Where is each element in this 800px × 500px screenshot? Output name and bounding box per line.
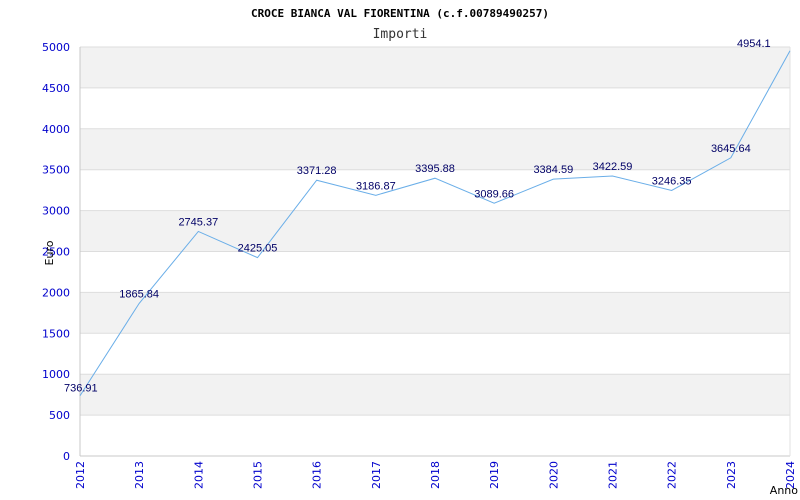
plot-band	[80, 87, 790, 129]
data-label: 3645.64	[711, 143, 751, 155]
x-tick-label: 2022	[666, 461, 679, 489]
x-tick-label: 2021	[607, 461, 620, 489]
x-tick-label: 2016	[311, 461, 324, 489]
plot-band	[80, 374, 790, 416]
y-tick-label: 5000	[42, 41, 70, 54]
data-label: 4954.1	[737, 38, 771, 50]
plot-band	[80, 251, 790, 293]
x-axis-label: Anno	[770, 484, 798, 497]
data-label: 3371.28	[297, 165, 337, 177]
y-tick-label: 500	[49, 409, 70, 422]
y-tick-label: 4500	[42, 82, 70, 95]
plot-band	[80, 292, 790, 334]
y-tick-label: 1000	[42, 368, 70, 381]
data-label: 3186.87	[356, 180, 396, 192]
data-label: 736.91	[64, 383, 98, 395]
y-tick-label: 1500	[42, 327, 70, 340]
x-tick-label: 2019	[488, 461, 501, 489]
x-tick-label: 2018	[429, 461, 442, 489]
x-tick-label: 2017	[370, 461, 383, 489]
x-tick-labels: 2012 2013 2014 2015 2016 2017 2018 2019 2020 2021…	[74, 461, 797, 489]
y-axis-label: Euro	[43, 240, 56, 265]
y-tick-label: 2000	[42, 286, 70, 299]
x-tick-label: 2015	[252, 461, 265, 489]
y-tick-label: 4000	[42, 123, 70, 136]
plot-band	[80, 333, 790, 375]
y-tick-label: 3500	[42, 164, 70, 177]
data-label: 3384.59	[533, 164, 573, 176]
chart-subtitle: Importi	[373, 27, 428, 42]
plot-band	[80, 415, 790, 456]
data-label: 3422.59	[593, 161, 633, 173]
x-tick-label: 2020	[547, 461, 560, 489]
x-tick-label: 2013	[133, 461, 146, 489]
x-tick-label: 2023	[725, 461, 738, 489]
data-label: 2745.37	[178, 216, 218, 228]
data-label: 2425.05	[238, 243, 278, 255]
chart: 0 500 1000 1500 2000 2500 3000 3500 4000 4500 5000…	[0, 0, 800, 500]
chart-title: CROCE BIANCA VAL FIORENTINA (c.f.0078949…	[251, 7, 549, 20]
data-label: 3246.35	[652, 175, 692, 187]
data-label: 3395.88	[415, 163, 455, 175]
x-tick-label: 2012	[74, 461, 87, 489]
data-label: 3089.66	[474, 188, 514, 200]
y-tick-label: 3000	[42, 205, 70, 218]
data-label: 1865.84	[119, 288, 159, 300]
x-tick-label: 2014	[192, 461, 205, 489]
y-tick-label: 0	[63, 450, 70, 463]
chart-svg: 0500100015002000250030003500400045005000…	[42, 7, 798, 497]
plot-band	[80, 47, 790, 88]
